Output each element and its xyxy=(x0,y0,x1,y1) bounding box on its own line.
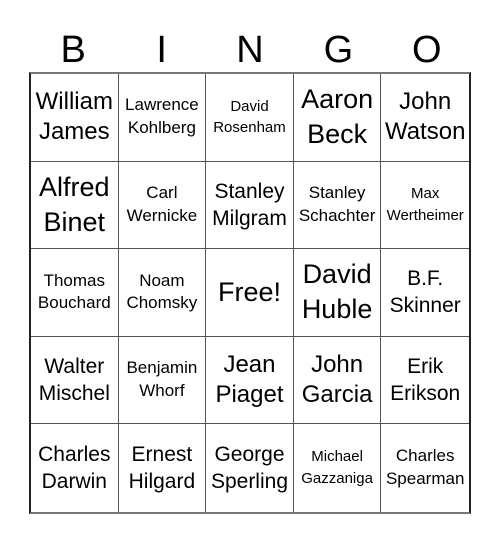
bingo-header: B I N G O xyxy=(29,28,471,72)
bingo-cell[interactable]: Thomas Bouchard xyxy=(31,249,119,337)
bingo-cell[interactable]: Ernest Hilgard xyxy=(119,424,207,512)
header-letter-i: I xyxy=(156,29,167,71)
bingo-cell[interactable]: Charles Darwin xyxy=(31,424,119,512)
bingo-grid: William James Lawrence Kohlberg David Rose… xyxy=(29,72,471,514)
bingo-cell[interactable]: Noam Chomsky xyxy=(118,249,207,337)
bingo-cell[interactable]: David Huble xyxy=(293,249,382,337)
header-letter-g: G xyxy=(323,29,354,71)
bingo-cell[interactable]: William James xyxy=(31,74,119,162)
bingo-cell[interactable]: George Sperling xyxy=(206,424,294,512)
bingo-cell[interactable]: B.F. Skinner xyxy=(381,249,469,337)
bingo-cell[interactable]: John Watson xyxy=(381,74,469,162)
header-letter-o: O xyxy=(412,29,442,71)
bingo-cell[interactable]: Jean Piaget xyxy=(206,336,294,425)
bingo-cell[interactable]: Alfred Binet xyxy=(31,161,119,250)
bingo-cell[interactable]: David Rosenham xyxy=(206,74,294,162)
bingo-cell[interactable]: Charles Spearman xyxy=(381,424,469,512)
bingo-cell[interactable]: Carl Wernicke xyxy=(118,161,207,250)
bingo-cell[interactable]: John Garcia xyxy=(293,336,382,425)
bingo-cell[interactable]: Michael Gazzaniga xyxy=(294,424,382,512)
bingo-cell[interactable]: Benjamin Whorf xyxy=(118,336,207,425)
free-space-cell[interactable]: Free! xyxy=(206,249,294,337)
bingo-cell[interactable]: Lawrence Kohlberg xyxy=(118,74,207,162)
bingo-cell[interactable]: Max Wertheimer xyxy=(381,162,469,250)
bingo-cell[interactable]: Aaron Beck xyxy=(293,74,382,162)
header-letter-b: B xyxy=(60,29,86,71)
bingo-cell[interactable]: Walter Mischel xyxy=(31,336,119,425)
bingo-cell[interactable]: Stanley Milgram xyxy=(206,161,294,250)
header-letter-n: N xyxy=(236,29,264,71)
bingo-cell[interactable]: Stanley Schachter xyxy=(293,161,382,250)
bingo-cell[interactable]: Erik Erikson xyxy=(381,337,469,425)
